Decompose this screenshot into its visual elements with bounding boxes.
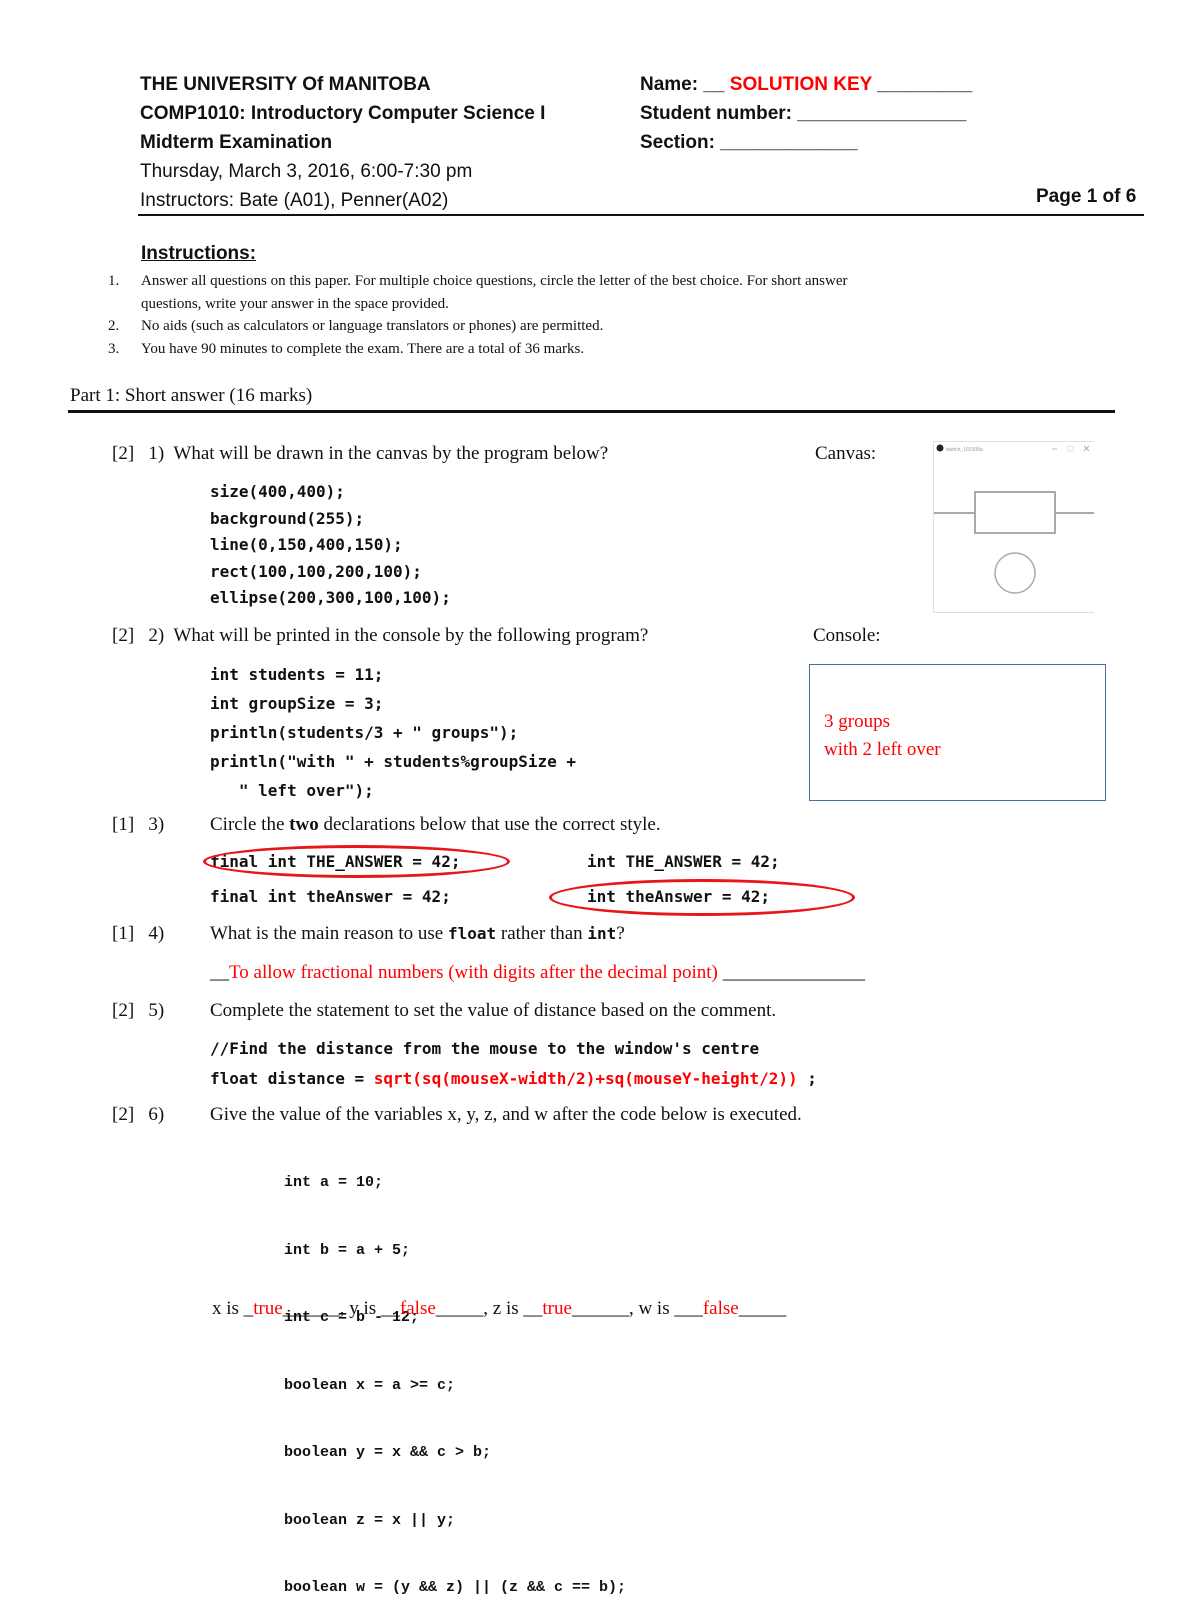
code-line: println("with " + students%groupSize + — [210, 752, 577, 771]
q5-statement: float distance = sqrt(sq(mouseX-width/2)… — [210, 1069, 817, 1088]
question-3: [1] 3) — [112, 814, 164, 836]
code-line: background(255); — [210, 508, 365, 528]
q4-answer-line: __To allow fractional numbers (with digi… — [210, 962, 866, 983]
q1-code: size(400,400); background(255); line(0,1… — [210, 479, 451, 612]
code-line: println(students/3 + " groups"); — [210, 723, 519, 742]
code-line: int b = a + 5; — [284, 1241, 411, 1259]
question-number: 3) — [148, 814, 165, 835]
exam-header-right: Name: __ SOLUTION KEY _________ Student … — [640, 70, 972, 157]
q6-code: int a = 10; int b = a + 5; int c = b - 1… — [284, 1127, 626, 1622]
code-line: boolean x = a >= c; — [284, 1376, 456, 1394]
instruction-item: 2. No aids (such as calculators or langua… — [108, 318, 604, 334]
console-answer: 3 groups with 2 left over — [824, 708, 941, 764]
part-divider — [68, 410, 1115, 413]
name-field: Name: __ SOLUTION KEY _________ — [640, 74, 973, 95]
canvas-output-figure: sketch_160108a — [933, 441, 1094, 613]
question-number: 6) — [148, 1104, 165, 1125]
code-line: int a = 10; — [284, 1174, 384, 1191]
y-answer: false — [399, 1298, 436, 1319]
code-line: rect(100,100,200,100); — [210, 561, 422, 581]
question-4: [1] 4) — [112, 923, 164, 945]
code-line: size(400,400); — [210, 482, 345, 501]
question-marks: [2] — [112, 625, 135, 646]
question-marks: [2] — [112, 443, 135, 464]
section-field: Section: _____________ — [640, 132, 858, 153]
code-line: int groupSize = 3; — [210, 694, 384, 713]
course-title: COMP1010: Introductory Computer Science … — [140, 103, 546, 124]
exam-header-left: THE UNIVERSITY Of MANITOBA COMP1010: Int… — [140, 70, 545, 215]
question-number: 5) — [148, 1000, 165, 1021]
question-text: What is the main reason to use float rat… — [210, 923, 625, 944]
q4-answer: To allow fractional numbers (with digits… — [229, 962, 718, 983]
part-title: Part 1: Short answer (16 marks) — [70, 385, 313, 406]
student-number-field: Student number: ________________ — [640, 103, 967, 124]
question-5: [2] 5) — [112, 1000, 164, 1022]
instruction-item-continued: questions, write your answer in the spac… — [141, 295, 449, 312]
question-6: [2] 6) — [112, 1104, 164, 1126]
code-line: boolean y = x && c > b; — [284, 1444, 492, 1461]
question-2: [2] 2) What will be printed in the conso… — [112, 625, 648, 647]
instruction-item: 3. You have 90 minutes to complete the ex… — [108, 340, 585, 357]
question-number: 2) — [148, 625, 165, 646]
q2-code: int students = 11; int groupSize = 3; pr… — [210, 660, 576, 805]
question-number: 4) — [148, 923, 165, 944]
code-line: " left over"); — [210, 781, 374, 800]
solution-key-label: SOLUTION KEY — [729, 74, 872, 95]
question-number: 1) — [148, 443, 165, 464]
question-text: What will be drawn in the canvas by the … — [173, 443, 609, 464]
canvas-rect — [974, 491, 1056, 534]
canvas-drawing: sketch_160108a — [934, 444, 1094, 594]
university-name: THE UNIVERSITY Of MANITOBA — [140, 74, 431, 95]
answer-line: 3 groups — [824, 711, 890, 732]
instructors: Instructors: Bate (A01), Penner(A02) — [140, 190, 449, 211]
app-icon — [936, 444, 944, 452]
question-text: Give the value of the variables x, y, z,… — [210, 1104, 802, 1125]
q5-answer: sqrt(sq(mouseX-width/2)+sq(mouseY-height… — [373, 1069, 798, 1088]
close-icon — [1083, 445, 1090, 452]
question-marks: [1] — [112, 814, 135, 835]
code-line: line(0,150,400,150); — [210, 535, 403, 554]
window-title: sketch_160108a — [946, 447, 983, 453]
question-text: Circle the two declarations below that u… — [210, 814, 661, 835]
code-line: boolean z = x || y; — [284, 1511, 456, 1529]
answer-line: with 2 left over — [824, 739, 941, 760]
z-answer: true — [542, 1298, 572, 1319]
instructions-list: 1. Answer all questions on this paper. Fo… — [108, 270, 848, 360]
question-text: Complete the statement to set the value … — [210, 1000, 777, 1021]
maximize-icon — [1067, 445, 1074, 452]
code-line: ellipse(200,300,100,100); — [210, 588, 451, 607]
header-divider — [138, 214, 1144, 216]
question-1: [2] 1) What will be drawn in the canvas … — [112, 443, 608, 465]
question-text: What will be printed in the console by t… — [173, 625, 649, 646]
code-line: int students = 11; — [210, 665, 384, 684]
question-marks: [2] — [112, 1104, 135, 1125]
canvas-ellipse — [994, 552, 1036, 594]
answer-circle — [203, 845, 510, 878]
q6-answers: x is _true______, y is __false_____, z i… — [212, 1298, 787, 1319]
question-marks: [2] — [112, 1000, 135, 1021]
console-label: Console: — [813, 625, 881, 646]
option-int-upper[interactable]: int THE_ANSWER = 42; — [587, 849, 780, 876]
question-marks: [1] — [112, 923, 135, 944]
instruction-item: 1. Answer all questions on this paper. Fo… — [108, 273, 848, 289]
x-answer: true — [253, 1298, 283, 1319]
exam-date: Thursday, March 3, 2016, 6:00-7:30 pm — [140, 161, 473, 182]
answer-circle — [549, 879, 855, 916]
page-number: Page 1 of 6 — [1036, 186, 1137, 207]
option-final-camel[interactable]: final int theAnswer = 42; — [210, 884, 451, 911]
w-answer: false — [702, 1298, 739, 1319]
canvas-label: Canvas: — [815, 443, 877, 464]
instructions-title: Instructions: — [141, 243, 257, 264]
q5-comment: //Find the distance from the mouse to th… — [210, 1039, 760, 1058]
exam-type: Midterm Examination — [140, 132, 333, 153]
code-line: boolean w = (y && z) || (z && c == b); — [284, 1579, 627, 1596]
